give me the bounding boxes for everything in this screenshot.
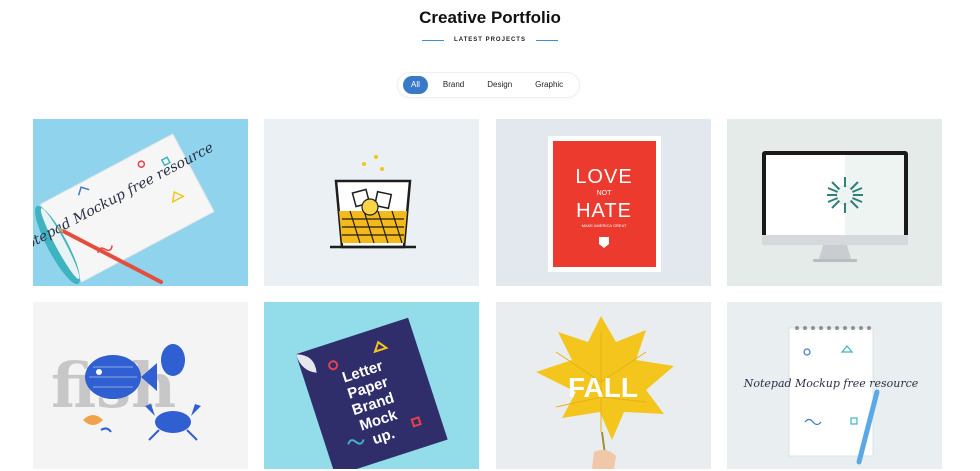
portfolio-item-imac[interactable] (727, 119, 942, 286)
filter-bar: All Brand Design Graphic (398, 73, 579, 97)
svg-text:HATE: HATE (576, 200, 632, 222)
fish-crab-image: fish (33, 302, 248, 469)
portfolio-item-glass[interactable] (264, 119, 479, 286)
filter-design[interactable]: Design (479, 76, 520, 94)
spiral-notepad-image: Notepad Mockup free resource (727, 302, 942, 469)
portfolio-item-spiral[interactable]: Notepad Mockup free resource (727, 302, 942, 469)
whiskey-glass-image (264, 119, 479, 286)
fall-leaf-image: FALL (496, 302, 711, 469)
portfolio-item-letter[interactable]: Letter Paper Brand Mock up. (264, 302, 479, 469)
filter-graphic[interactable]: Graphic (527, 76, 571, 94)
spiral-lettering: Notepad Mockup free resource (743, 377, 919, 390)
portfolio-item-fish[interactable]: fish (33, 302, 248, 469)
subtitle-text: LATEST PROJECTS (454, 37, 526, 43)
portfolio-item-poster[interactable]: LOVE NOT HATE MAKE AMERICA GREAT (496, 119, 711, 286)
section-subtitle: LATEST PROJECTS (0, 37, 980, 43)
svg-text:LOVE: LOVE (575, 166, 632, 188)
svg-text:NOT: NOT (597, 190, 613, 197)
page-title: Creative Portfolio (419, 8, 561, 27)
notepad-mockup-image: Notepad Mockup free resource (33, 119, 248, 286)
filter-brand[interactable]: Brand (435, 76, 472, 94)
imac-mockup-image (727, 119, 942, 286)
letter-paper-image: Letter Paper Brand Mock up. (264, 302, 479, 469)
left-divider (422, 39, 445, 41)
portfolio-item-notepad[interactable]: Notepad Mockup free resource (33, 119, 248, 286)
poster-small-text: MAKE AMERICA GREAT (582, 223, 627, 228)
filter-all[interactable]: All (403, 76, 428, 94)
right-divider (535, 39, 558, 41)
portfolio-item-fall[interactable]: FALL (496, 302, 711, 469)
fall-lettering: FALL (568, 372, 638, 403)
love-not-hate-image: LOVE NOT HATE MAKE AMERICA GREAT (496, 119, 711, 286)
